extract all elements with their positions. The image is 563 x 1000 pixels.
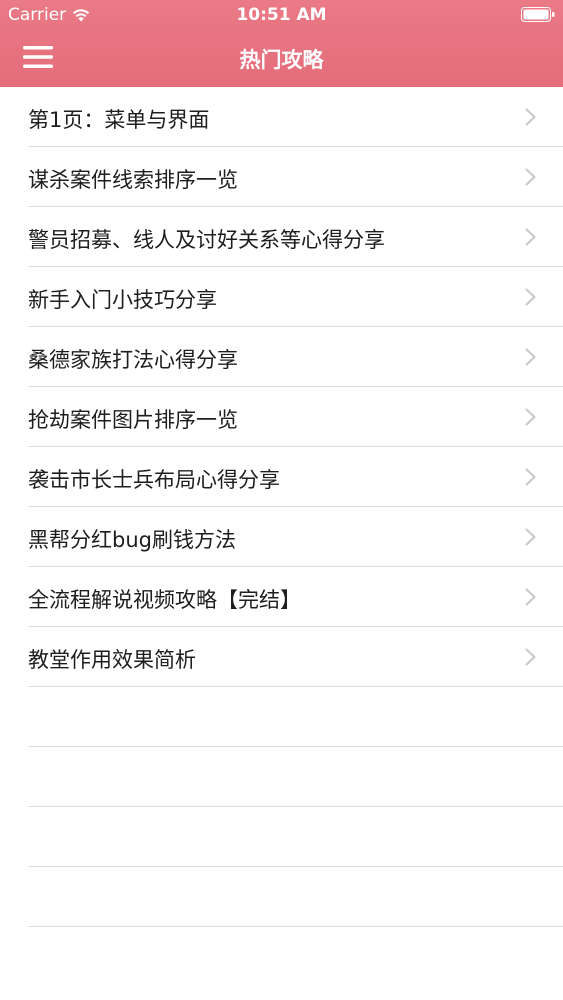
list-item[interactable]: 新手入门小技巧分享 <box>0 267 563 327</box>
list-item-label: 第1页：菜单与界面 <box>28 108 210 132</box>
list-item[interactable]: 警员招募、线人及讨好关系等心得分享 <box>0 207 563 267</box>
list-item[interactable]: 第1页：菜单与界面 <box>0 87 563 147</box>
chevron-right-icon <box>525 348 536 366</box>
empty-row <box>0 867 563 927</box>
header: Carrier 10:51 AM 热门攻略 <box>0 0 563 87</box>
navigation-bar: 热门攻略 <box>0 30 563 87</box>
list-item-label: 全流程解说视频攻略【完结】 <box>28 588 301 612</box>
battery-icon <box>521 7 555 22</box>
chevron-right-icon <box>525 528 536 546</box>
list-item-label: 警员招募、线人及讨好关系等心得分享 <box>28 228 385 252</box>
list-item[interactable]: 桑德家族打法心得分享 <box>0 327 563 387</box>
list-item[interactable]: 谋杀案件线索排序一览 <box>0 147 563 207</box>
list-item-label: 抢劫案件图片排序一览 <box>28 408 238 432</box>
list-item[interactable]: 教堂作用效果简析 <box>0 627 563 687</box>
chevron-right-icon <box>525 588 536 606</box>
list-item-label: 新手入门小技巧分享 <box>28 288 217 312</box>
chevron-right-icon <box>525 168 536 186</box>
chevron-right-icon <box>525 468 536 486</box>
list-item[interactable]: 黑帮分红bug刷钱方法 <box>0 507 563 567</box>
empty-row <box>0 807 563 867</box>
chevron-right-icon <box>525 108 536 126</box>
status-time: 10:51 AM <box>236 5 327 25</box>
list-item[interactable]: 抢劫案件图片排序一览 <box>0 387 563 447</box>
list-item-label: 袭击市长士兵布局心得分享 <box>28 468 280 492</box>
status-bar: Carrier 10:51 AM <box>0 0 563 30</box>
list-item[interactable]: 全流程解说视频攻略【完结】 <box>0 567 563 627</box>
empty-row <box>0 687 563 747</box>
page-title: 热门攻略 <box>239 48 324 72</box>
chevron-right-icon <box>525 648 536 666</box>
empty-row <box>0 747 563 807</box>
list-item-label: 谋杀案件线索排序一览 <box>28 168 238 192</box>
list-item-label: 黑帮分红bug刷钱方法 <box>28 528 236 552</box>
list-item-label: 教堂作用效果简析 <box>28 648 196 672</box>
guide-list: 第1页：菜单与界面 谋杀案件线索排序一览 警员招募、线人及讨好关系等心得分享 新… <box>0 87 563 927</box>
chevron-right-icon <box>525 228 536 246</box>
chevron-right-icon <box>525 288 536 306</box>
chevron-right-icon <box>525 408 536 426</box>
list-item-label: 桑德家族打法心得分享 <box>28 348 238 372</box>
list-item[interactable]: 袭击市长士兵布局心得分享 <box>0 447 563 507</box>
